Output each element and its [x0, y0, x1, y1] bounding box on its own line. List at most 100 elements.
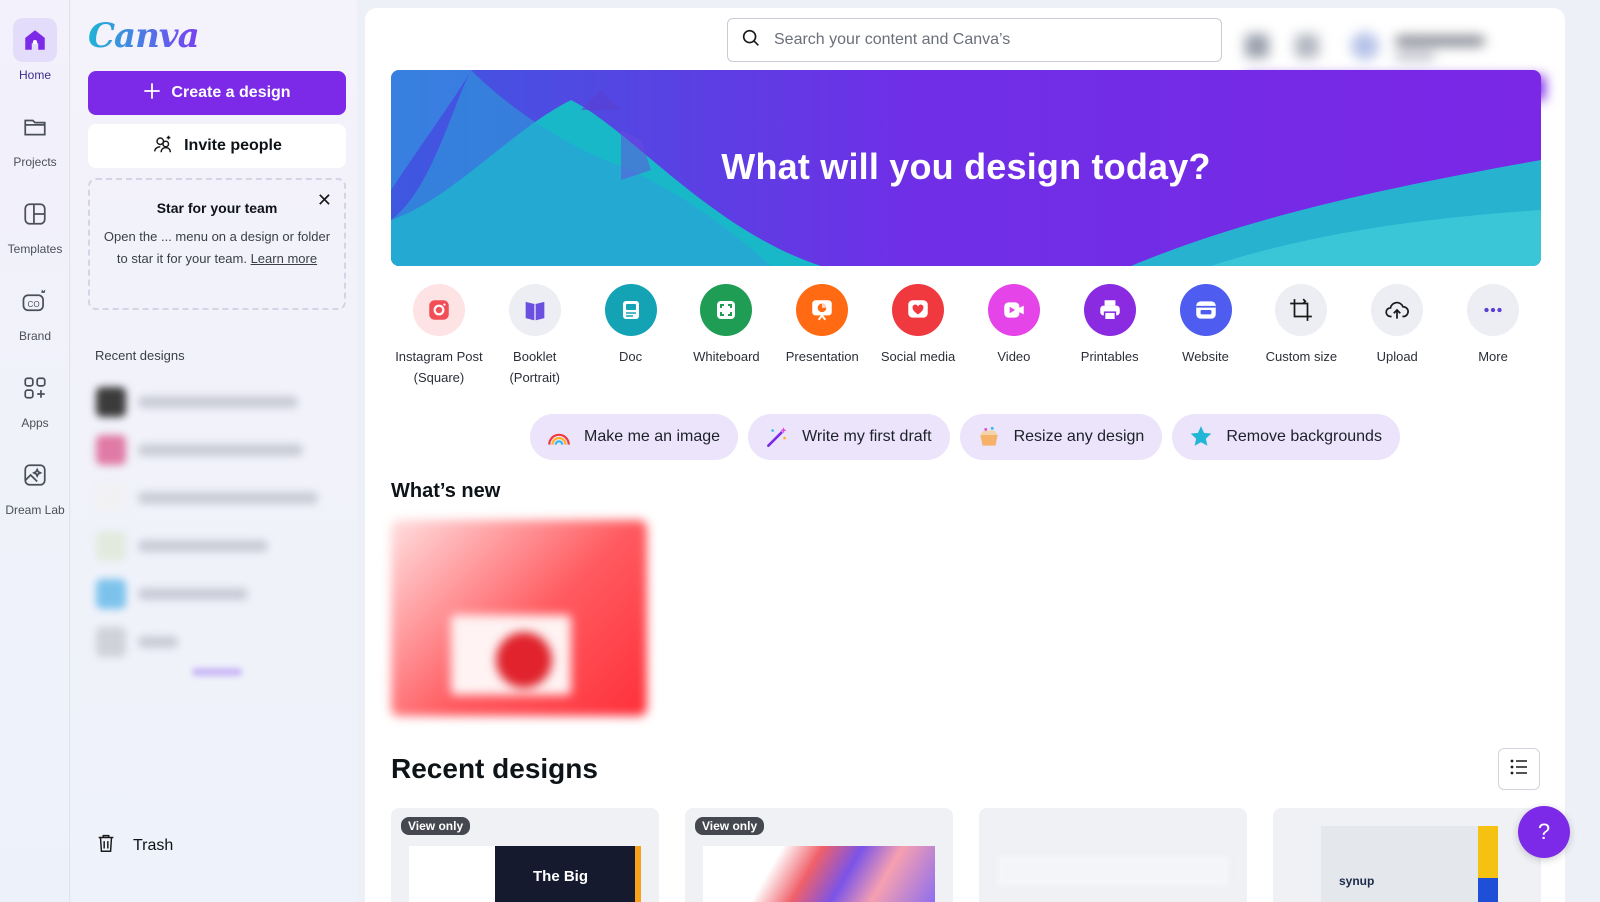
design-type-label: Doc — [619, 349, 643, 364]
folder-icon — [13, 105, 57, 149]
rail-home-label: Home — [18, 68, 51, 82]
website-icon — [1179, 284, 1232, 336]
heart-icon — [892, 284, 945, 336]
pill-remove-backgrounds[interactable]: Remove backgrounds — [1172, 414, 1400, 460]
design-type-social-media[interactable]: Social media — [870, 284, 966, 388]
design-type-label: Whiteboard — [693, 349, 760, 364]
rail-home[interactable]: Home — [0, 18, 70, 82]
pill-label: Make me an image — [584, 428, 721, 445]
pill-label: Resize any design — [1013, 428, 1145, 445]
presentation-icon — [796, 284, 849, 336]
design-type-label: Social media — [880, 349, 956, 364]
design-type-presentation[interactable]: Presentation — [774, 284, 870, 388]
invite-people-label: Invite people — [184, 137, 282, 154]
sparkle-star-icon — [1188, 424, 1214, 450]
rail-brand-label: Brand — [18, 329, 52, 343]
ai-suggestion-pills: Make me an image Write my first draft Re… — [530, 414, 1400, 460]
rail-apps[interactable]: Apps — [0, 366, 70, 430]
help-button[interactable]: ? — [1518, 806, 1570, 858]
rail-projects-label: Projects — [13, 155, 57, 169]
dream-lab-icon — [13, 453, 57, 497]
hero-title: What will you design today? — [721, 146, 1211, 187]
design-type-printables[interactable]: Printables — [1062, 284, 1158, 388]
instagram-icon — [412, 284, 465, 336]
canva-logo[interactable]: Canva — [88, 16, 200, 56]
design-type-label: Printables — [1080, 349, 1139, 364]
pill-write-draft[interactable]: Write my first draft — [748, 414, 950, 460]
more-icon — [1467, 284, 1520, 336]
rainbow-icon — [546, 424, 572, 450]
design-card[interactable]: View only — [685, 808, 953, 902]
design-type-label: Video — [997, 349, 1031, 364]
hero-banner: What will you design today? — [391, 70, 1541, 266]
design-type-label: Custom size — [1265, 349, 1338, 364]
design-type-whiteboard[interactable]: Whiteboard — [678, 284, 774, 388]
star-for-team-tip: ✕ Star for your team Open the ... menu o… — [88, 178, 346, 310]
plus-icon — [143, 82, 161, 105]
design-types-row: Instagram Post (Square) Booklet (Portrai… — [391, 284, 1541, 388]
rail-templates[interactable]: Templates — [0, 192, 70, 256]
design-type-custom-size[interactable]: Custom size — [1253, 284, 1349, 388]
design-card[interactable] — [979, 808, 1247, 902]
search-icon — [740, 27, 762, 54]
design-card-title: The Big — [495, 846, 635, 902]
design-type-upload[interactable]: Upload — [1349, 284, 1445, 388]
recent-designs-label: Recent designs — [95, 348, 185, 363]
list-item[interactable] — [96, 378, 336, 426]
list-item[interactable] — [96, 474, 336, 522]
design-type-label: Instagram Post (Square) — [395, 349, 483, 385]
design-type-label: Website — [1182, 349, 1229, 364]
whats-new-heading: What’s new — [391, 480, 501, 502]
rail-brand[interactable]: CO Brand — [0, 279, 70, 343]
recent-designs-heading: Recent designs — [391, 753, 598, 784]
design-type-label: Upload — [1376, 349, 1418, 364]
list-item[interactable] — [96, 522, 336, 570]
design-type-more[interactable]: More — [1445, 284, 1541, 388]
design-type-booklet[interactable]: Booklet (Portrait) — [487, 284, 583, 388]
learn-more-link[interactable]: Learn more — [251, 251, 317, 266]
list-item[interactable] — [96, 570, 336, 618]
create-design-button[interactable]: Create a design — [88, 71, 346, 115]
list-icon — [1509, 757, 1529, 782]
rail-templates-label: Templates — [7, 242, 63, 256]
close-icon[interactable]: ✕ — [317, 190, 332, 211]
pill-make-image[interactable]: Make me an image — [530, 414, 739, 460]
crop-icon — [1275, 284, 1328, 336]
invite-people-button[interactable]: Invite people — [88, 124, 346, 168]
rail-projects[interactable]: Projects — [0, 105, 70, 169]
trash-button[interactable]: Trash — [95, 832, 173, 859]
rail-dream-lab[interactable]: Dream Lab — [0, 453, 70, 517]
design-type-website[interactable]: Website — [1158, 284, 1254, 388]
design-type-instagram-post[interactable]: Instagram Post (Square) — [391, 284, 487, 388]
design-type-label: More — [1478, 349, 1508, 364]
whiteboard-icon — [700, 284, 753, 336]
whats-new-card[interactable] — [391, 520, 647, 716]
design-type-label: Presentation — [785, 349, 859, 364]
create-design-label: Create a design — [171, 84, 291, 101]
search-input[interactable] — [774, 31, 1194, 49]
search-bar[interactable] — [727, 18, 1222, 62]
design-type-doc[interactable]: Doc — [583, 284, 679, 388]
pill-label: Remove backgrounds — [1226, 428, 1382, 445]
list-view-button[interactable] — [1498, 748, 1540, 790]
design-type-label: Booklet (Portrait) — [509, 349, 561, 385]
design-card-title: synup — [1339, 874, 1375, 888]
add-user-icon — [152, 133, 174, 160]
doc-icon — [604, 284, 657, 336]
trash-icon — [95, 832, 117, 859]
pill-label: Write my first draft — [802, 428, 932, 445]
pill-resize-design[interactable]: Resize any design — [959, 414, 1163, 460]
magic-wand-icon — [764, 424, 790, 450]
design-type-video[interactable]: Video — [966, 284, 1062, 388]
booklet-icon — [508, 284, 561, 336]
upload-cloud-icon — [1371, 284, 1424, 336]
left-rail: Home Projects Templates CO Brand Apps Dr… — [0, 0, 70, 902]
star-tip-title: Star for your team — [156, 200, 278, 216]
view-only-badge: View only — [401, 817, 471, 835]
star-tip-body: Open the ... menu on a design or folder … — [102, 226, 332, 270]
design-card[interactable]: synup — [1273, 808, 1541, 902]
list-item[interactable] — [96, 618, 336, 666]
list-item[interactable] — [96, 426, 336, 474]
see-all-link[interactable] — [192, 668, 242, 676]
design-card[interactable]: The Big View only — [391, 808, 659, 902]
